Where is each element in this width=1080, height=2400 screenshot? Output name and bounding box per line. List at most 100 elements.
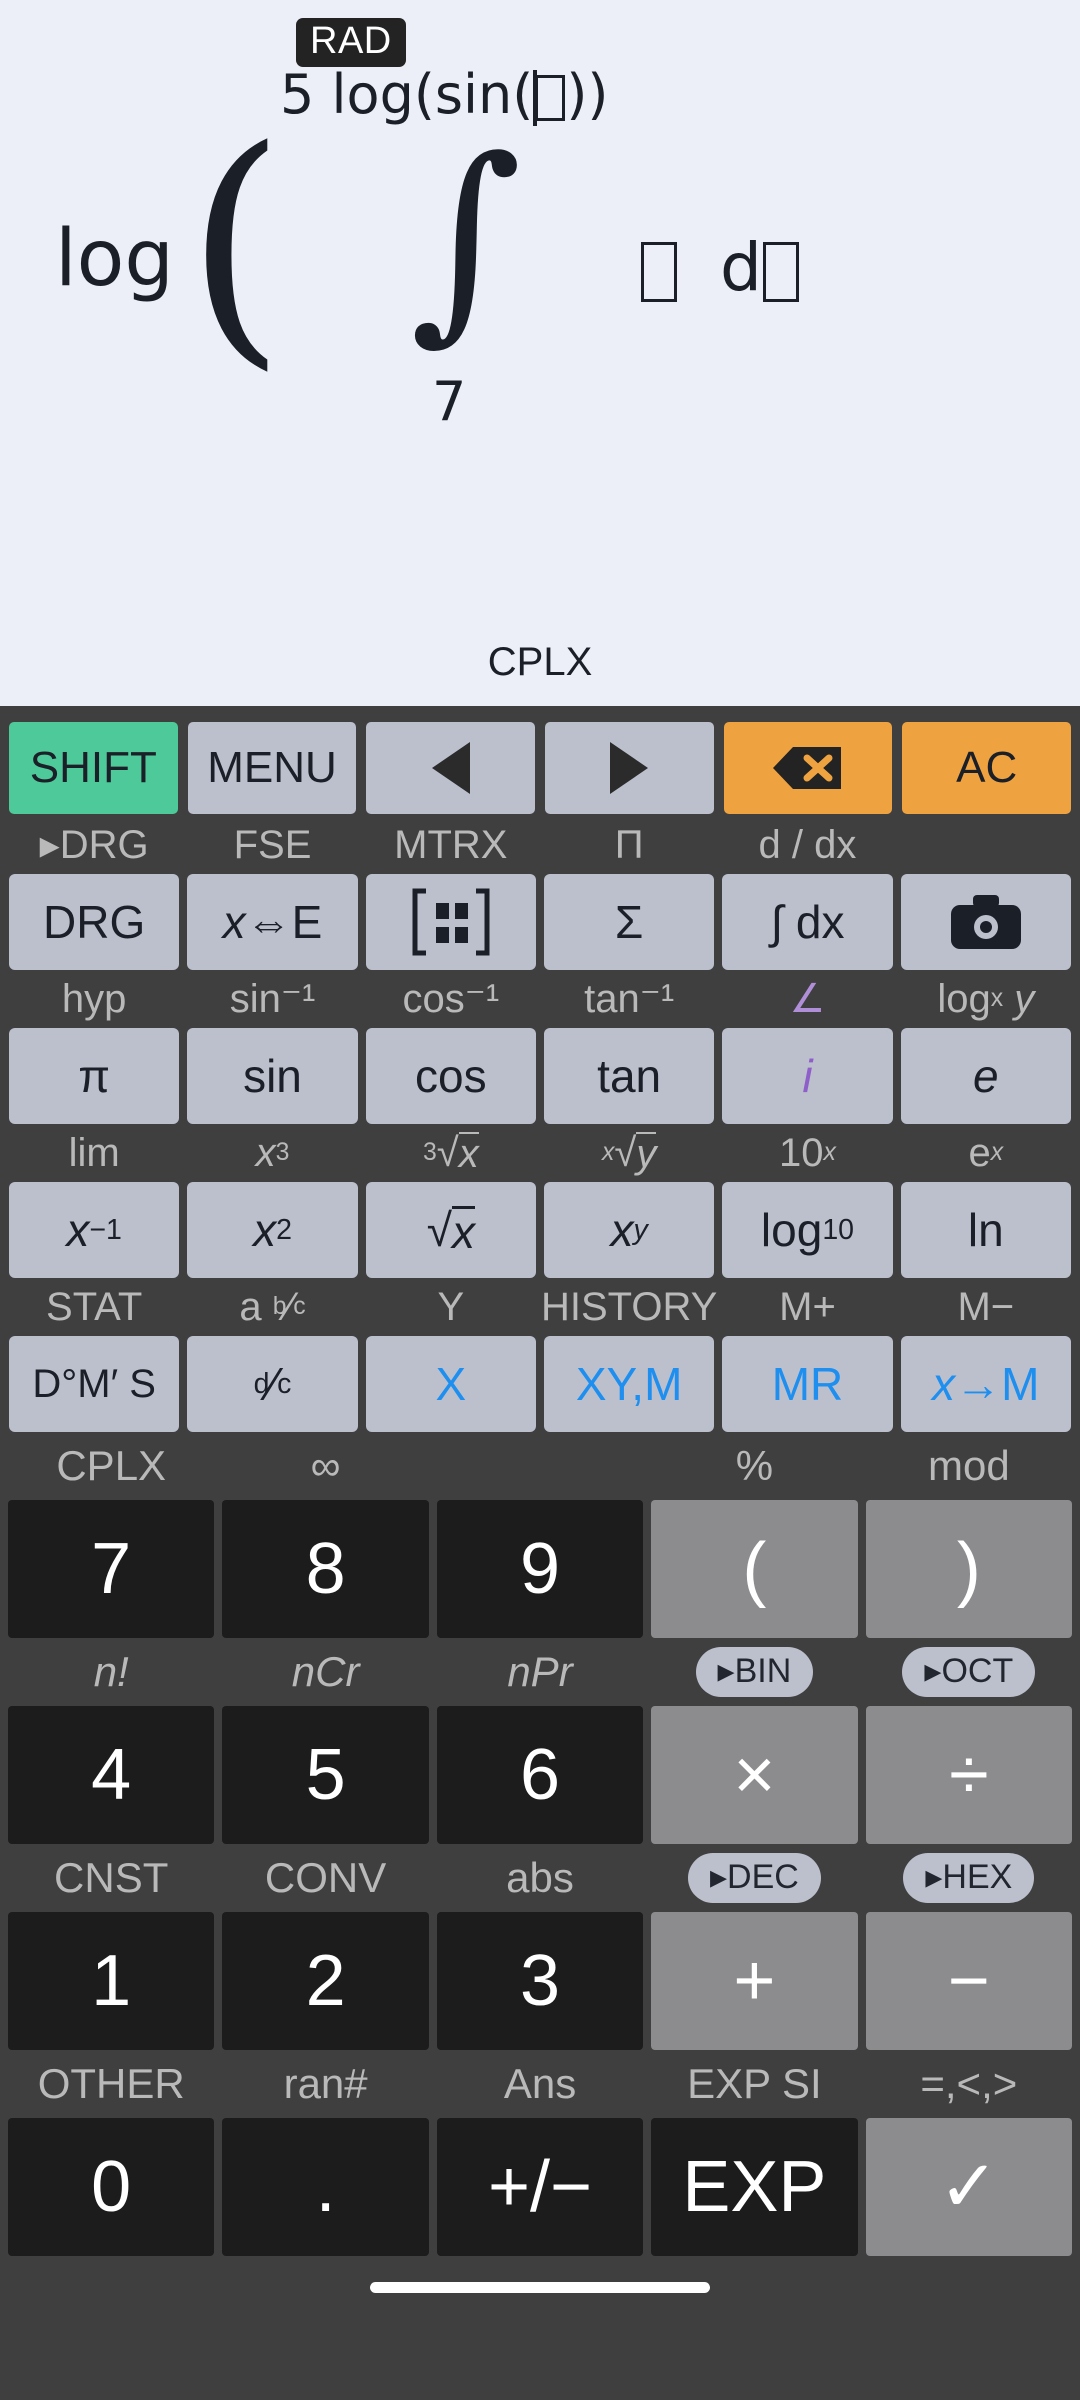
euler-e-button[interactable]: e bbox=[900, 1028, 1071, 1124]
key-cell: 6 bbox=[433, 1706, 647, 1844]
sublabel-hex-wrap: ▸HEX bbox=[866, 1844, 1072, 1912]
sublabel-hex[interactable]: ▸HEX bbox=[903, 1853, 1035, 1903]
placeholder-box[interactable] bbox=[535, 75, 566, 121]
drg-button[interactable]: DRG bbox=[9, 874, 180, 970]
key-cell: 0 bbox=[4, 2118, 218, 2256]
power-button[interactable]: xy bbox=[543, 1182, 715, 1278]
sublabel-cell: hyp bbox=[5, 970, 183, 1028]
sublabel-mtrx: MTRX bbox=[394, 823, 508, 867]
pi-button[interactable]: π bbox=[9, 1028, 180, 1124]
sublabel-cell: CPLX bbox=[4, 1432, 218, 1500]
key-cell: +/− bbox=[433, 2118, 647, 2256]
all-clear-button[interactable]: AC bbox=[902, 722, 1072, 814]
key-cell: cos bbox=[362, 1028, 540, 1124]
sublabel-other: OTHER bbox=[37, 2060, 185, 2107]
key-cell: MR bbox=[718, 1336, 896, 1432]
memory-recall-button[interactable]: MR bbox=[722, 1336, 893, 1432]
digit-9-button[interactable]: 9 bbox=[436, 1500, 644, 1638]
sublabel-blank bbox=[437, 1432, 643, 1500]
sublabel-ten-power: 10 x bbox=[779, 1131, 836, 1175]
sublabel-octal[interactable]: ▸OCT bbox=[902, 1647, 1036, 1697]
triangle-right-icon bbox=[610, 742, 649, 794]
sigma-button[interactable]: Σ bbox=[543, 874, 715, 970]
sublabel-empty bbox=[901, 816, 1071, 874]
square-button[interactable]: x2 bbox=[187, 1182, 358, 1278]
digit-8-button[interactable]: 8 bbox=[222, 1500, 429, 1638]
x-to-e-button[interactable]: x ⇔E bbox=[187, 874, 358, 970]
decimal-point-button[interactable]: . bbox=[222, 2118, 429, 2256]
variable-x-button[interactable]: X bbox=[365, 1336, 536, 1432]
key-cell: π bbox=[5, 1028, 183, 1124]
integral-dx-button[interactable]: ∫ dx bbox=[722, 874, 893, 970]
matrix-button[interactable] bbox=[365, 874, 536, 970]
sublabel-cell: Π bbox=[540, 816, 718, 874]
tan-button[interactable]: tan bbox=[543, 1028, 715, 1124]
multiply-button[interactable]: × bbox=[651, 1706, 858, 1844]
sublabel-cell: ▸OCT bbox=[862, 1638, 1076, 1706]
control-cell-5: AC bbox=[897, 722, 1076, 814]
open-paren-glyph: ( bbox=[186, 96, 286, 393]
function-row-3-sublabels: lim x3 3 √ x x √ y 10 x ex bbox=[0, 1124, 1080, 1182]
sublabel-binary-wrap: ▸BIN bbox=[651, 1638, 857, 1706]
minus-button[interactable]: − bbox=[865, 1912, 1073, 2050]
key-cell: ln bbox=[897, 1182, 1075, 1278]
digit-0-button[interactable]: 0 bbox=[8, 2118, 215, 2256]
cursor-right-button[interactable] bbox=[545, 722, 714, 814]
shift-button[interactable]: SHIFT bbox=[9, 722, 178, 814]
key-cell: xy bbox=[540, 1182, 718, 1278]
backspace-button[interactable] bbox=[723, 722, 893, 814]
sublabel-cell: M− bbox=[897, 1278, 1075, 1336]
dms-button[interactable]: D°M′ S bbox=[9, 1336, 180, 1432]
store-to-memory-button[interactable]: x →M bbox=[900, 1336, 1071, 1432]
sublabel-decimal[interactable]: ▸DEC bbox=[687, 1853, 821, 1903]
digit-3-button[interactable]: 3 bbox=[436, 1912, 644, 2050]
cos-button[interactable]: cos bbox=[365, 1028, 536, 1124]
key-cell: tan bbox=[540, 1028, 718, 1124]
sublabel-mod: mod bbox=[927, 1442, 1010, 1489]
numeric-row-2-keys: 4 5 6 × ÷ bbox=[0, 1706, 1080, 1844]
digit-2-button[interactable]: 2 bbox=[222, 1912, 429, 2050]
sublabel-cell: tan⁻¹ bbox=[540, 970, 718, 1028]
plus-button[interactable]: + bbox=[651, 1912, 858, 2050]
divide-button[interactable]: ÷ bbox=[865, 1706, 1073, 1844]
sublabel-product: Π bbox=[614, 823, 644, 867]
key-cell: 1 bbox=[4, 1912, 218, 2050]
placeholder-box-integrand[interactable] bbox=[641, 242, 677, 302]
placeholder-box-differential[interactable] bbox=[762, 242, 799, 302]
sublabel-binary[interactable]: ▸BIN bbox=[695, 1647, 814, 1697]
open-paren-button[interactable]: ( bbox=[651, 1500, 858, 1638]
sublabel-cell: EXP SI bbox=[647, 2050, 861, 2118]
camera-button[interactable] bbox=[900, 874, 1071, 970]
menu-button[interactable]: MENU bbox=[187, 722, 357, 814]
exponent-button[interactable]: EXP bbox=[651, 2118, 858, 2256]
sublabel-arcsin: sin⁻¹ bbox=[229, 977, 316, 1021]
calculator-display[interactable]: RAD log ( 5 log(sin()) ∫ 7 d CPLX bbox=[0, 0, 1080, 706]
square-root-button[interactable]: √ x bbox=[365, 1182, 536, 1278]
sin-button[interactable]: sin bbox=[187, 1028, 358, 1124]
digit-7-button[interactable]: 7 bbox=[8, 1500, 215, 1638]
cursor-left-button[interactable] bbox=[366, 722, 536, 814]
sublabel-hyp: hyp bbox=[61, 977, 127, 1021]
digit-4-button[interactable]: 4 bbox=[8, 1706, 215, 1844]
xym-button[interactable]: XY,M bbox=[543, 1336, 715, 1432]
expression-area[interactable]: log ( 5 log(sin()) ∫ 7 d bbox=[0, 60, 1080, 429]
digit-6-button[interactable]: 6 bbox=[436, 1706, 644, 1844]
key-cell: e bbox=[897, 1028, 1075, 1124]
imaginary-unit-button[interactable]: i bbox=[722, 1028, 893, 1124]
sign-toggle-button[interactable]: +/− bbox=[436, 2118, 644, 2256]
sublabel-arccos: cos⁻¹ bbox=[402, 977, 500, 1021]
sublabel-drg: ▸DRG bbox=[39, 823, 149, 867]
digit-1-button[interactable]: 1 bbox=[8, 1912, 215, 2050]
home-indicator[interactable] bbox=[370, 2281, 710, 2293]
sublabel-infinity: ∞ bbox=[310, 1442, 341, 1489]
sublabel-cell: CNST bbox=[4, 1844, 218, 1912]
improper-fraction-button[interactable]: d ⁄ c bbox=[187, 1336, 358, 1432]
digit-5-button[interactable]: 5 bbox=[222, 1706, 429, 1844]
sublabel-comparison: =,<,> bbox=[920, 2060, 1018, 2107]
reciprocal-button[interactable]: x −1 bbox=[9, 1182, 180, 1278]
numeric-row-4-sublabels: OTHER ran# Ans EXP SI =,<,> bbox=[0, 2050, 1080, 2118]
natural-log-button[interactable]: ln bbox=[900, 1182, 1071, 1278]
equals-button[interactable]: ✓ bbox=[865, 2118, 1073, 2256]
log10-button[interactable]: log 10 bbox=[722, 1182, 893, 1278]
close-paren-button[interactable]: ) bbox=[865, 1500, 1073, 1638]
